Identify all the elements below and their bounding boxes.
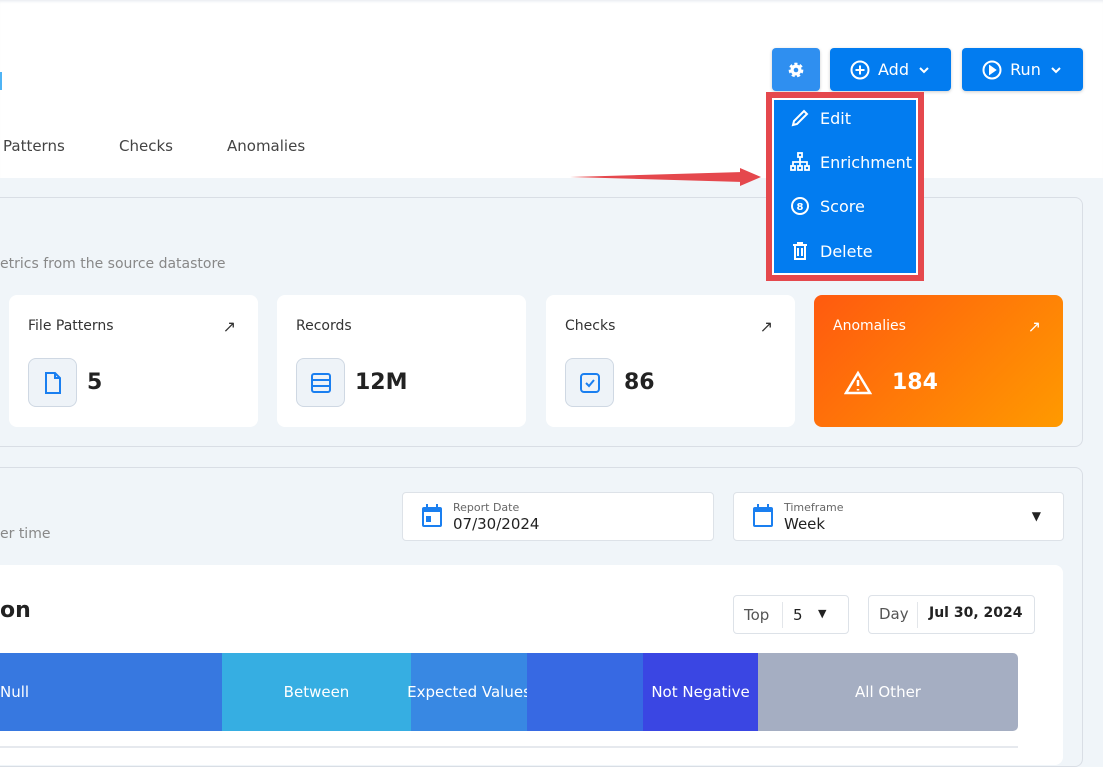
records-card: Records 12M (277, 295, 526, 427)
day-label: Day (879, 605, 909, 623)
table-icon (296, 358, 345, 407)
distribution-title: on (0, 598, 31, 623)
bar-segment[interactable] (527, 653, 643, 731)
calendar-icon (753, 504, 773, 527)
play-circle-icon (982, 60, 1002, 79)
add-label: Add (878, 60, 909, 79)
card-label: Anomalies (833, 318, 906, 334)
report-date-label: Report Date (453, 501, 520, 514)
menu-item-delete[interactable]: Delete (790, 241, 873, 261)
tab-file-patterns[interactable]: Patterns (3, 137, 65, 155)
gear-icon (788, 62, 804, 77)
divider (0, 746, 1018, 748)
card-value: 184 (892, 370, 938, 395)
top-label: Top (744, 606, 770, 624)
activity-subtitle: er time (0, 526, 51, 542)
overview-subtitle: etrics from the source datastore (0, 256, 226, 272)
check-square-icon (565, 358, 614, 407)
arrow-up-right-icon[interactable]: ↗ (760, 317, 773, 336)
timeframe-label: Timeframe (784, 501, 844, 514)
menu-item-enrichment[interactable]: Enrichment (790, 152, 912, 172)
settings-button[interactable] (772, 48, 820, 91)
day-value: Jul 30, 2024 (929, 605, 1023, 621)
settings-menu-highlight: Edit Enrichment 8 Score Delete (766, 92, 924, 281)
arrow-up-right-icon[interactable]: ↗ (1028, 317, 1041, 336)
menu-item-label: Delete (820, 241, 873, 261)
bar-segment[interactable]: Between (222, 653, 411, 731)
report-date-value: 07/30/2024 (453, 515, 540, 533)
card-value: 5 (87, 370, 103, 395)
settings-menu: Edit Enrichment 8 Score Delete (772, 98, 918, 275)
annotation-arrow (570, 168, 761, 186)
svg-text:8: 8 (797, 202, 804, 213)
card-label: File Patterns (28, 318, 114, 334)
file-patterns-card[interactable]: File Patterns ↗ 5 (9, 295, 258, 427)
add-button[interactable]: Add (830, 48, 951, 91)
menu-item-edit[interactable]: Edit (790, 108, 851, 128)
chevron-down-icon (919, 66, 929, 73)
timeframe-value: Week (784, 515, 826, 533)
file-icon (28, 358, 77, 407)
day-picker[interactable]: Day Jul 30, 2024 (868, 595, 1035, 634)
calendar-icon (422, 504, 442, 527)
caret-down-icon: ▼ (1031, 509, 1041, 523)
trash-icon (793, 242, 807, 260)
card-value: 86 (624, 370, 655, 395)
menu-item-score[interactable]: 8 Score (790, 196, 865, 216)
pencil-icon (791, 109, 809, 127)
bar-segment[interactable]: Expected Values (407, 653, 531, 731)
chevron-down-icon (1051, 66, 1061, 73)
run-button[interactable]: Run (962, 48, 1083, 91)
warning-icon (844, 370, 872, 395)
score-icon: 8 (791, 197, 809, 215)
menu-item-label: Enrichment (820, 152, 913, 172)
bar-segment[interactable]: Not Negative (643, 653, 758, 731)
top-select[interactable]: Top 5 ▼ (733, 595, 849, 634)
menu-item-label: Edit (820, 108, 851, 128)
plus-circle-icon (850, 60, 870, 79)
checks-card[interactable]: Checks ↗ 86 (546, 295, 795, 427)
bar-segment[interactable]: Null (0, 653, 222, 731)
top-value: 5 (793, 606, 803, 624)
timeframe-select[interactable]: Timeframe Week ▼ (733, 492, 1064, 541)
caret-down-icon: ▼ (818, 607, 827, 620)
bar-segment[interactable]: All Other (758, 653, 1018, 731)
run-label: Run (1010, 60, 1041, 79)
card-value: 12M (355, 370, 408, 395)
tab-checks[interactable]: Checks (119, 137, 173, 155)
menu-item-label: Score (820, 196, 865, 216)
report-date-field[interactable]: Report Date 07/30/2024 (402, 492, 714, 541)
hierarchy-icon (790, 152, 810, 171)
title-accent (0, 72, 2, 90)
card-label: Checks (565, 318, 616, 334)
card-label: Records (296, 318, 352, 334)
anomalies-card[interactable]: Anomalies ↗ 184 (814, 295, 1063, 427)
tab-anomalies[interactable]: Anomalies (227, 137, 305, 155)
arrow-up-right-icon[interactable]: ↗ (223, 317, 236, 336)
